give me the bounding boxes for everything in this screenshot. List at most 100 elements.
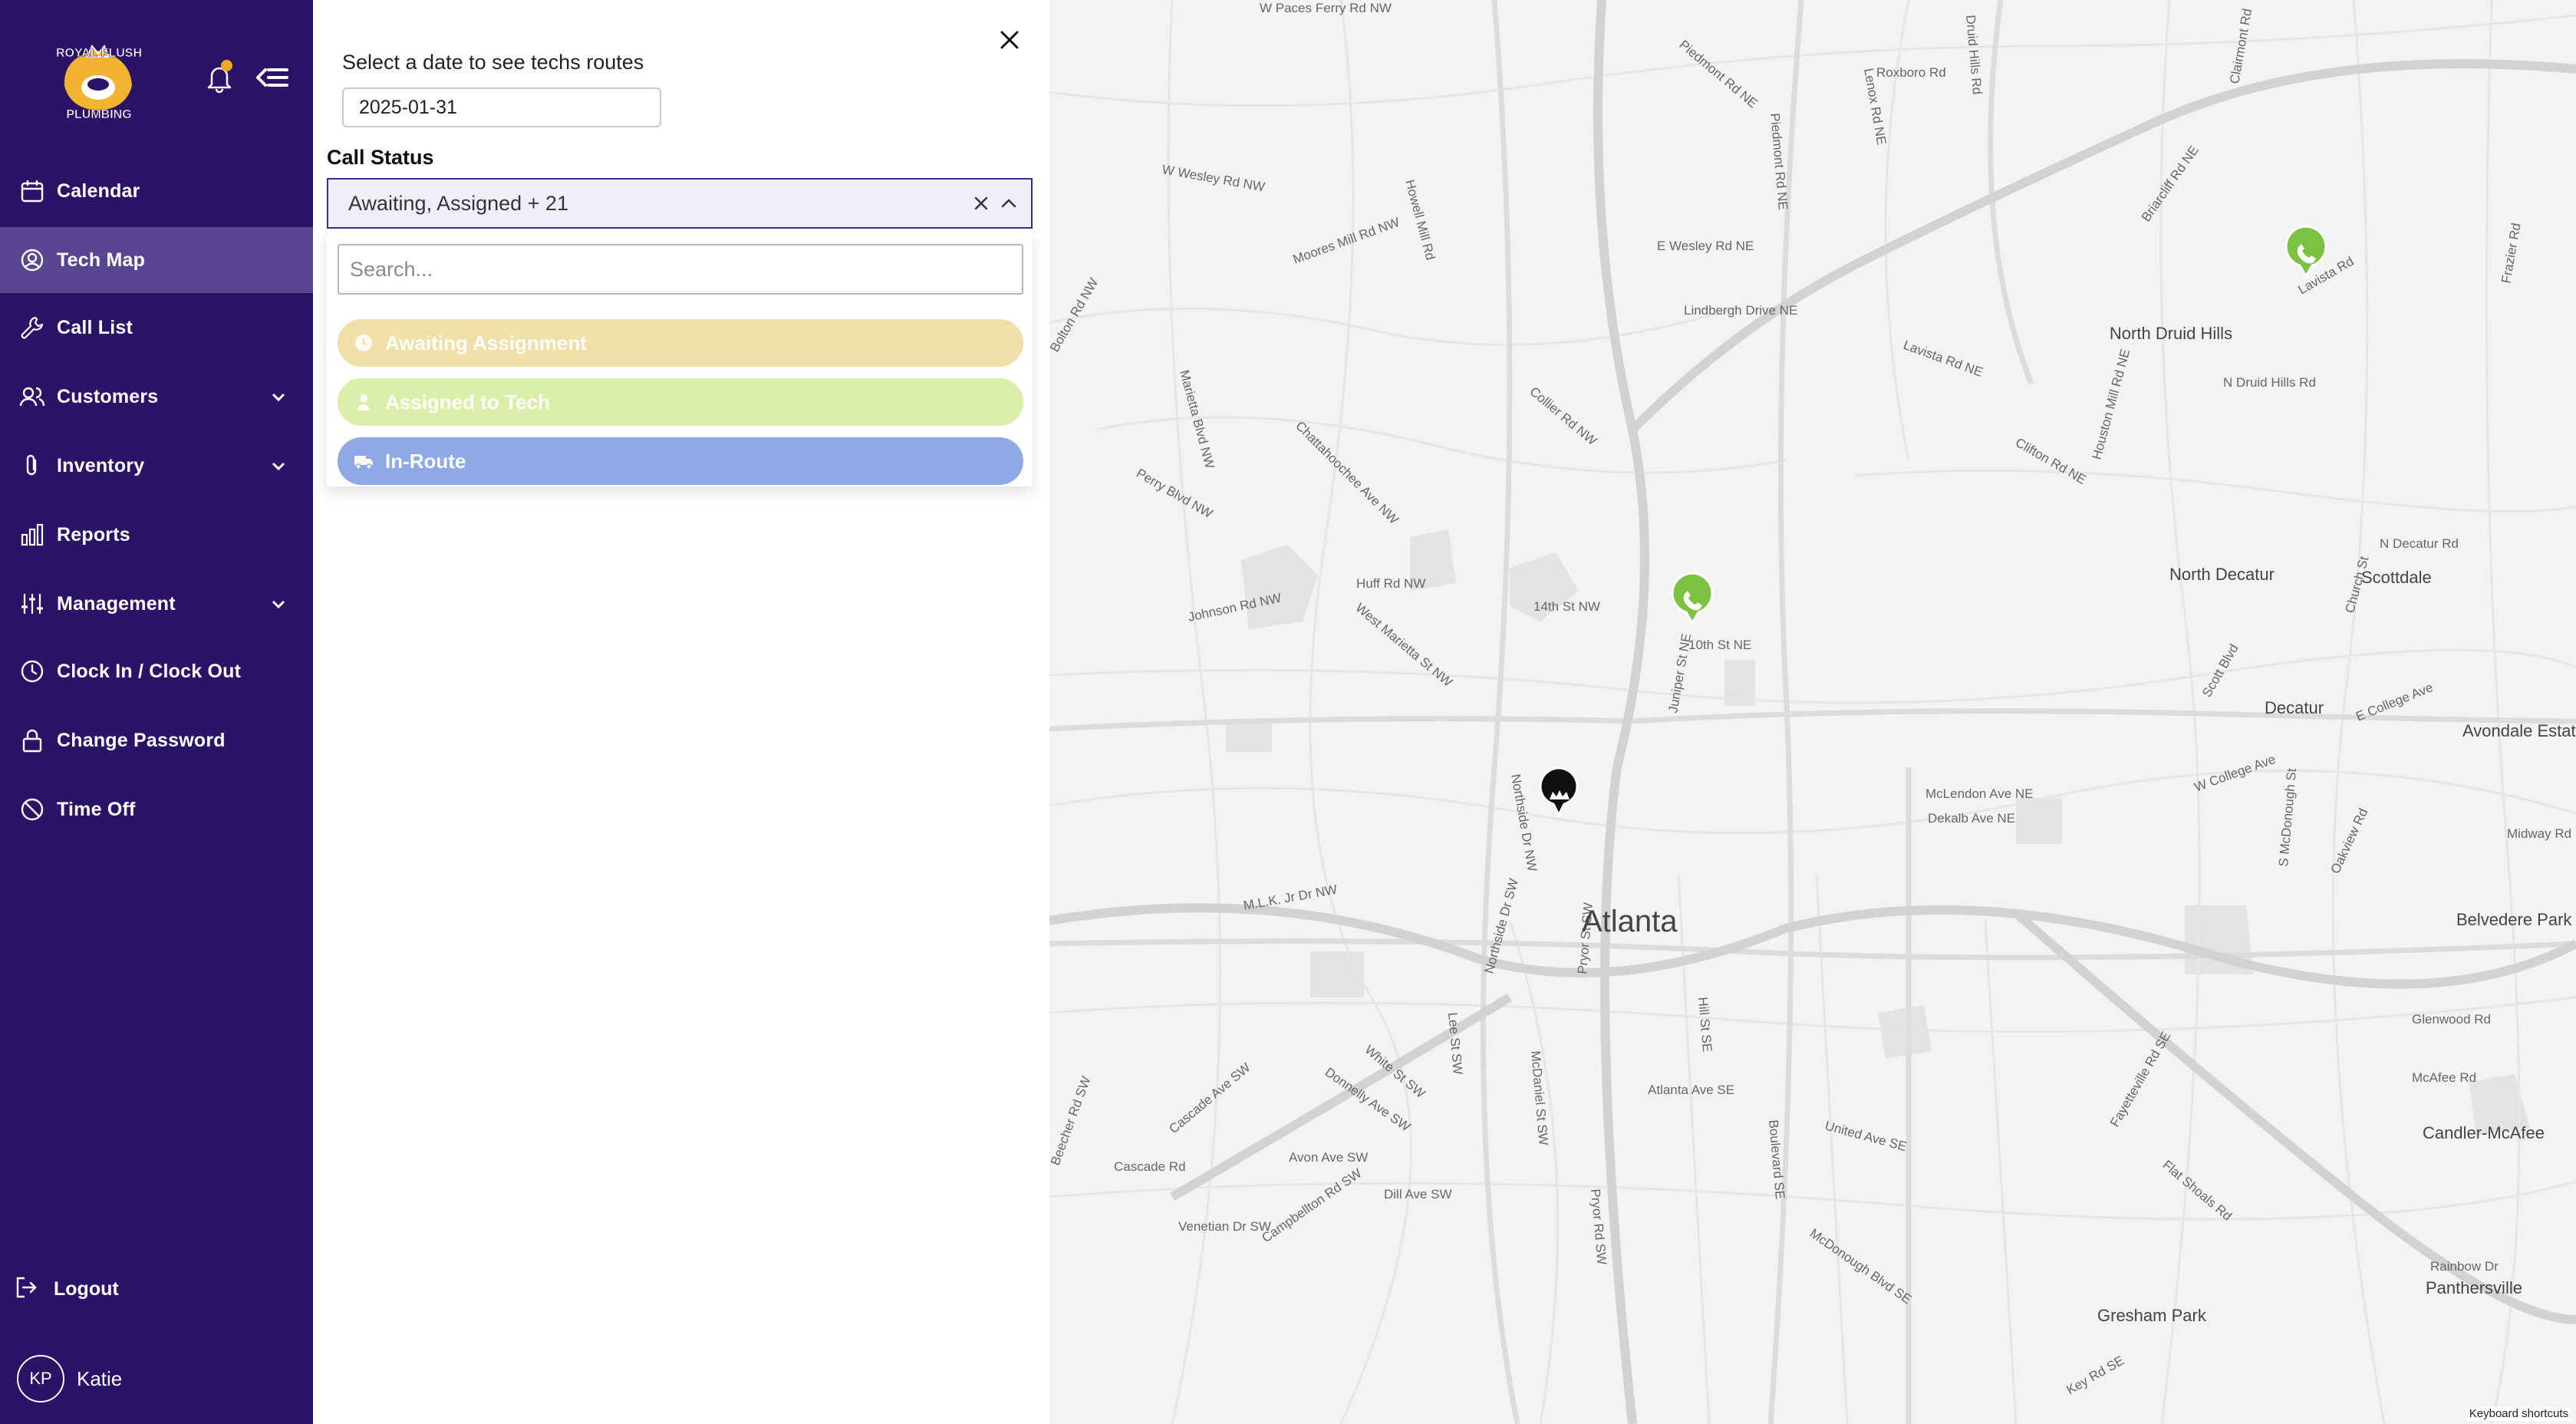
chevron-down-icon xyxy=(268,456,288,476)
map-street-label: McDaniel St SW xyxy=(1528,1050,1551,1146)
sidebar: ROYAL FLUSH PLUMBING Calendar Tech Map C… xyxy=(0,0,313,1424)
sidebar-item-label: Time Off xyxy=(57,798,136,820)
map-street-label: Atlanta Ave SE xyxy=(1648,1083,1734,1097)
sliders-icon xyxy=(18,590,46,618)
sidebar-item-clock-in-out[interactable]: Clock In / Clock Out xyxy=(0,638,313,704)
map-place-label: Gresham Park xyxy=(2097,1306,2207,1325)
map-street-label: McDonough Blvd SE xyxy=(1807,1226,1914,1307)
clear-icon[interactable] xyxy=(971,193,991,213)
svg-text:PLUMBING: PLUMBING xyxy=(66,108,131,121)
route-filter-panel: Select a date to see techs routes 2025-0… xyxy=(313,0,1049,1424)
map-street-label: McLendon Ave NE xyxy=(1925,786,2034,801)
keyboard-shortcuts-link[interactable]: Keyboard shortcuts xyxy=(2466,1406,2571,1421)
collapse-menu-icon[interactable] xyxy=(256,66,288,89)
map-street-label: Midway Rd xyxy=(2507,826,2571,841)
option-awaiting-assignment[interactable]: Awaiting Assignment xyxy=(338,319,1023,367)
option-in-route[interactable]: In-Route xyxy=(338,437,1023,485)
map-street-label: Flat Shoals Rd xyxy=(2159,1158,2235,1224)
map-street-label: 10th St NE xyxy=(1688,638,1751,652)
logout-label: Logout xyxy=(54,1278,119,1300)
map-street-label: Huff Rd NW xyxy=(1356,576,1425,591)
map-street-label: W Wesley Rd NW xyxy=(1161,162,1266,194)
map-street-label: Hill St SE xyxy=(1695,997,1715,1053)
map-street-label: Howell Mill Rd xyxy=(1402,178,1438,262)
map-place-label: North Druid Hills xyxy=(2110,324,2232,343)
map-place-label: Decatur xyxy=(2265,698,2324,717)
sidebar-item-label: Management xyxy=(57,592,176,615)
paperclip-icon xyxy=(18,452,46,480)
avatar: KP xyxy=(17,1355,64,1403)
map-city-label: Atlanta xyxy=(1582,905,1678,938)
map-street-label: Piedmont Rd NE xyxy=(1767,113,1790,211)
map-street-label: W Paces Ferry Rd NW xyxy=(1260,1,1392,15)
company-logo[interactable]: ROYAL FLUSH PLUMBING xyxy=(49,34,149,123)
map-street-label: Roxboro Rd xyxy=(1876,65,1946,80)
map-street-label: S McDonough St xyxy=(2276,767,2299,867)
map-canvas[interactable]: W Paces Ferry Rd NW Piedmont Rd NE Roxbo… xyxy=(1049,0,2576,1424)
sidebar-item-label: Tech Map xyxy=(57,249,146,271)
map-street-label: McAfee Rd xyxy=(2412,1070,2476,1085)
map-street-label: Venetian Dr SW xyxy=(1178,1219,1271,1234)
sidebar-item-label: Call List xyxy=(57,316,133,338)
map-place-label: Avondale Estates xyxy=(2462,721,2576,740)
map-street-label: Lavista Rd NE xyxy=(1902,338,1985,380)
sidebar-item-label: Reports xyxy=(57,523,130,546)
sidebar-item-management[interactable]: Management xyxy=(0,571,313,637)
map-street-label: Cascade Ave SW xyxy=(1166,1060,1253,1136)
call-status-dropdown: Awaiting Assignment Assigned to Tech In-… xyxy=(327,230,1033,486)
map-street-label: E Wesley Rd NE xyxy=(1657,239,1754,253)
sidebar-item-change-password[interactable]: Change Password xyxy=(0,707,313,773)
close-icon[interactable] xyxy=(996,26,1023,54)
map-street-label: Druid Hills Rd xyxy=(1963,15,1985,95)
user-profile[interactable]: KP Katie xyxy=(17,1355,122,1403)
users-icon xyxy=(18,383,46,410)
option-assigned-to-tech[interactable]: Assigned to Tech xyxy=(338,378,1023,426)
logout-button[interactable]: Logout xyxy=(14,1275,119,1304)
map-street-label: Juniper St NE xyxy=(1665,632,1694,714)
truck-icon xyxy=(353,450,374,472)
map-street-label: Campbellton Rd SW xyxy=(1259,1165,1364,1245)
svg-text:ROYAL FLUSH: ROYAL FLUSH xyxy=(56,47,142,60)
sidebar-item-call-list[interactable]: Call List xyxy=(0,295,313,361)
phone-icon[interactable] xyxy=(2284,225,2327,279)
user-name: Katie xyxy=(77,1366,123,1390)
sidebar-item-tech-map[interactable]: Tech Map xyxy=(0,227,313,293)
sidebar-item-label: Inventory xyxy=(57,454,145,476)
map-street-label: Frazier Rd xyxy=(2499,222,2523,284)
sidebar-item-customers[interactable]: Customers xyxy=(0,364,313,430)
sidebar-item-inventory[interactable]: Inventory xyxy=(0,433,313,499)
option-label: Assigned to Tech xyxy=(385,390,550,414)
calendar-icon xyxy=(18,177,46,205)
map-street-label: Briarcliff Rd NE xyxy=(2139,143,2202,224)
map-street-label: Dill Ave SW xyxy=(1384,1187,1452,1202)
option-label: In-Route xyxy=(385,449,466,473)
crown-icon[interactable] xyxy=(1539,766,1579,818)
bar-chart-icon xyxy=(18,521,46,549)
map-place-label: Scottdale xyxy=(2361,568,2432,587)
date-prompt: Select a date to see techs routes xyxy=(342,51,644,74)
chevron-up-icon[interactable] xyxy=(999,193,1019,213)
sidebar-item-time-off[interactable]: Time Off xyxy=(0,776,313,842)
phone-icon[interactable] xyxy=(1671,572,1714,626)
map-street-label: Key Rd SE xyxy=(2064,1353,2127,1397)
search-input[interactable] xyxy=(338,244,1023,295)
map-street-label: Beecher Rd SW xyxy=(1049,1074,1093,1167)
map-street-label: Houston Mill Rd NE xyxy=(2090,348,2133,461)
chevron-down-icon xyxy=(268,387,288,407)
sidebar-item-reports[interactable]: Reports xyxy=(0,502,313,568)
map-street-label: Collier Rd NW xyxy=(1527,384,1599,449)
sidebar-item-label: Calendar xyxy=(57,180,140,202)
sidebar-item-label: Customers xyxy=(57,385,159,407)
map-street-label: Cascade Rd xyxy=(1114,1159,1186,1174)
map-street-label: Glenwood Rd xyxy=(2412,1012,2491,1027)
map-place-label: Panthersville xyxy=(2426,1278,2522,1297)
map-street-label: United Ave SE xyxy=(1823,1119,1909,1155)
sidebar-item-label: Change Password xyxy=(57,729,226,751)
sidebar-item-calendar[interactable]: Calendar xyxy=(0,158,313,224)
call-status-multiselect[interactable]: Awaiting, Assigned + 21 xyxy=(327,178,1033,229)
date-field[interactable]: 2025-01-31 xyxy=(342,87,661,127)
map-street-label: Lindbergh Drive NE xyxy=(1684,303,1797,318)
tech-map[interactable]: W Paces Ferry Rd NW Piedmont Rd NE Roxbo… xyxy=(1049,0,2576,1424)
map-street-label: Moores Mill Rd NW xyxy=(1291,215,1402,267)
clock-icon xyxy=(353,332,374,354)
